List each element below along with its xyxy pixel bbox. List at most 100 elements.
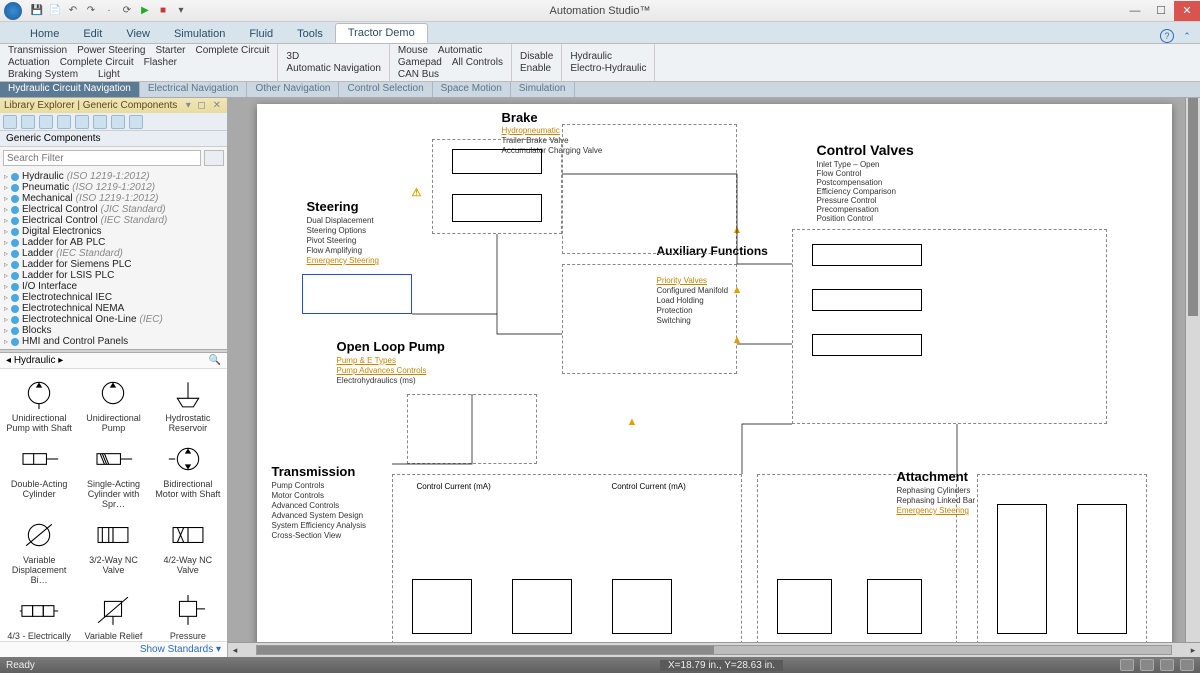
qa-more-icon[interactable]: ▾ <box>174 4 188 18</box>
rb-all-controls[interactable]: All Controls <box>452 57 503 68</box>
palette-comp-11[interactable]: Pressure Reducing Valve with Drain <box>153 591 223 641</box>
status-view-4-icon[interactable] <box>1180 659 1194 671</box>
lib-tb-8-icon[interactable] <box>129 115 143 129</box>
schematic-paper[interactable]: Brake Hydropneumatic Trailer Brake Valve… <box>257 104 1172 642</box>
tab-simulation[interactable]: Simulation <box>162 25 237 43</box>
rb-braking-system[interactable]: Braking System <box>8 69 78 80</box>
scroll-left-icon[interactable]: ◂ <box>228 643 242 657</box>
tree-node-10[interactable]: ▹I/O Interface <box>4 281 223 292</box>
lib-tb-3-icon[interactable] <box>39 115 53 129</box>
rb-3d[interactable]: 3D <box>286 51 299 62</box>
qa-redo-icon[interactable]: ↷ <box>84 4 98 18</box>
rb-automatic[interactable]: Automatic <box>438 45 482 56</box>
status-view-1-icon[interactable] <box>1120 659 1134 671</box>
palette-footer[interactable]: Show Standards ▾ <box>0 641 227 657</box>
palette-comp-0[interactable]: Unidirectional Pump with Shaft <box>4 373 74 435</box>
rb-gamepad[interactable]: Gamepad <box>398 57 442 68</box>
lib-tb-6-icon[interactable] <box>93 115 107 129</box>
expand-icon[interactable]: ▹ <box>4 216 8 225</box>
rb-actuation[interactable]: Actuation <box>8 57 50 68</box>
vertical-scrollbar[interactable] <box>1185 98 1200 642</box>
tab-fluid[interactable]: Fluid <box>237 25 285 43</box>
window-close-button[interactable]: ✕ <box>1174 1 1200 21</box>
tree-node-8[interactable]: ▹Ladder for Siemens PLC <box>4 259 223 270</box>
sn-other[interactable]: Other Navigation <box>247 82 339 97</box>
expand-icon[interactable]: ▹ <box>4 304 8 313</box>
help-icon[interactable]: ? <box>1160 29 1174 43</box>
expand-icon[interactable]: ▹ <box>4 271 8 280</box>
rb-mouse[interactable]: Mouse <box>398 45 428 56</box>
palette-comp-10[interactable]: Variable Relief Valve <box>78 591 148 641</box>
expand-icon[interactable]: ▹ <box>4 183 8 192</box>
palette-comp-1[interactable]: Unidirectional Pump <box>78 373 148 435</box>
rb-complete-circuit-2[interactable]: Complete Circuit <box>60 57 134 68</box>
tree-node-0[interactable]: ▹Hydraulic (ISO 1219-1:2012) <box>4 171 223 182</box>
horizontal-scrollbar[interactable]: ◂ ▸ <box>228 642 1200 657</box>
expand-icon[interactable]: ▹ <box>4 172 8 181</box>
ribbon-collapse-icon[interactable]: ⌃ <box>1180 29 1194 43</box>
expand-icon[interactable]: ▹ <box>4 194 8 203</box>
olp-schematic[interactable] <box>407 394 537 464</box>
palette-comp-9[interactable]: 4/3 - Electrically Controlled <box>4 591 74 641</box>
expand-icon[interactable]: ▹ <box>4 337 8 346</box>
palette-comp-7[interactable]: 3/2-Way NC Valve <box>78 515 148 587</box>
tree-node-11[interactable]: ▹Electrotechnical IEC <box>4 292 223 303</box>
expand-icon[interactable]: ▹ <box>4 315 8 324</box>
tree-node-3[interactable]: ▹Electrical Control (JIC Standard) <box>4 204 223 215</box>
expand-icon[interactable]: ▹ <box>4 249 8 258</box>
palette-header[interactable]: ◂ Hydraulic ▸ 🔍 <box>0 353 227 369</box>
qa-new-icon[interactable]: 📄 <box>48 4 62 18</box>
expand-icon[interactable]: ▹ <box>4 326 8 335</box>
palette-comp-5[interactable]: Bidirectional Motor with Shaft <box>153 439 223 511</box>
tree-node-4[interactable]: ▹Electrical Control (IEC Standard) <box>4 215 223 226</box>
sn-control-selection[interactable]: Control Selection <box>339 82 432 97</box>
tree-node-12[interactable]: ▹Electrotechnical NEMA <box>4 303 223 314</box>
palette-comp-8[interactable]: 4/2-Way NC Valve <box>153 515 223 587</box>
tab-view[interactable]: View <box>114 25 162 43</box>
tree-node-9[interactable]: ▹Ladder for LSIS PLC <box>4 270 223 281</box>
rb-enable[interactable]: Enable <box>520 63 551 74</box>
rb-hydraulic[interactable]: Hydraulic <box>570 51 612 62</box>
tab-tools[interactable]: Tools <box>285 25 335 43</box>
qa-save-icon[interactable]: 💾 <box>30 4 44 18</box>
sn-simulation[interactable]: Simulation <box>511 82 575 97</box>
lib-tb-4-icon[interactable] <box>57 115 71 129</box>
palette-search-icon[interactable]: 🔍 <box>209 355 221 366</box>
tab-home[interactable]: Home <box>18 25 71 43</box>
tree-node-14[interactable]: ▹Blocks <box>4 325 223 336</box>
expand-icon[interactable]: ▹ <box>4 260 8 269</box>
palette-comp-3[interactable]: Double-Acting Cylinder <box>4 439 74 511</box>
status-view-2-icon[interactable] <box>1140 659 1154 671</box>
qa-stop-icon[interactable]: ■ <box>156 4 170 18</box>
expand-icon[interactable]: ▹ <box>4 238 8 247</box>
tree-node-15[interactable]: ▹HMI and Control Panels <box>4 336 223 347</box>
rb-can-bus[interactable]: CAN Bus <box>398 69 439 80</box>
rb-electro-hydraulic[interactable]: Electro-Hydraulic <box>570 63 646 74</box>
library-search-button[interactable] <box>204 150 224 166</box>
tree-node-13[interactable]: ▹Electrotechnical One-Line (IEC) <box>4 314 223 325</box>
window-minimize-button[interactable]: — <box>1122 1 1148 21</box>
rb-flasher[interactable]: Flasher <box>144 57 177 68</box>
scroll-right-icon[interactable]: ▸ <box>1186 643 1200 657</box>
palette-comp-6[interactable]: Variable Displacement Bi… <box>4 515 74 587</box>
rb-starter[interactable]: Starter <box>155 45 185 56</box>
palette-comp-4[interactable]: Single-Acting Cylinder with Spr… <box>78 439 148 511</box>
sn-electrical[interactable]: Electrical Navigation <box>140 82 248 97</box>
canvas-scroll[interactable]: Brake Hydropneumatic Trailer Brake Valve… <box>228 98 1200 642</box>
panel-controls[interactable]: ▾ ◻ ✕ <box>186 100 223 111</box>
window-maximize-button[interactable]: ☐ <box>1148 1 1174 21</box>
library-tab[interactable]: Generic Components <box>0 131 227 147</box>
library-search-input[interactable] <box>3 150 201 166</box>
status-view-3-icon[interactable] <box>1160 659 1174 671</box>
tree-node-6[interactable]: ▹Ladder for AB PLC <box>4 237 223 248</box>
rb-disable[interactable]: Disable <box>520 51 553 62</box>
lib-tb-7-icon[interactable] <box>111 115 125 129</box>
tab-tractor-demo[interactable]: Tractor Demo <box>335 23 428 43</box>
qa-refresh-icon[interactable]: ⟳ <box>120 4 134 18</box>
tree-node-2[interactable]: ▹Mechanical (ISO 1219-1:2012) <box>4 193 223 204</box>
qa-play-icon[interactable]: ▶ <box>138 4 152 18</box>
expand-icon[interactable]: ▹ <box>4 205 8 214</box>
rb-power-steering[interactable]: Power Steering <box>77 45 145 56</box>
sn-hydraulic-circuit[interactable]: Hydraulic Circuit Navigation <box>0 82 140 97</box>
lib-tb-5-icon[interactable] <box>75 115 89 129</box>
